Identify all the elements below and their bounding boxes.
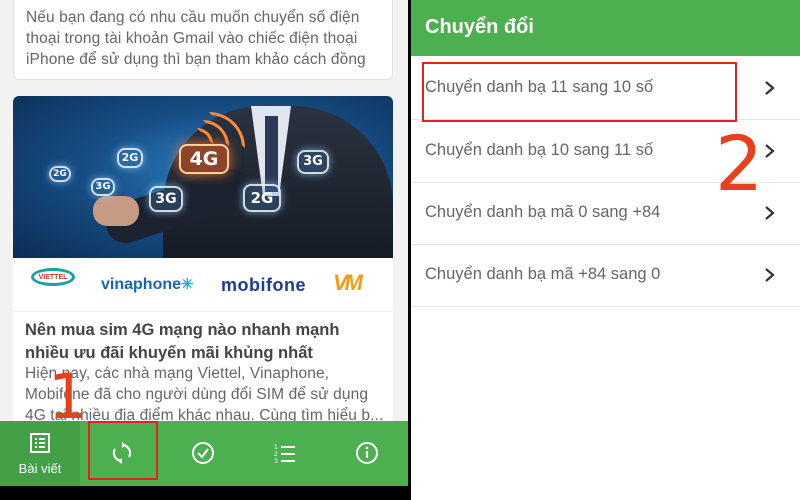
page-title: Chuyển đổi	[425, 16, 534, 38]
vietnamobile-logo: VM	[333, 270, 363, 295]
menu-item-84-to-0[interactable]: Chuyển danh bạ mã +84 sang 0	[411, 245, 800, 307]
article-excerpt: Nếu bạn đang có nhu cầu muốn chuyển số đ…	[26, 9, 366, 68]
badge-2g: 2G	[243, 184, 281, 212]
step-annotation-2: 2	[715, 119, 764, 208]
check-circle-icon	[192, 442, 214, 464]
badge-2g: 2G	[49, 166, 71, 182]
vinaphone-logo: vinaphone✳	[101, 276, 194, 293]
chevron-right-icon	[765, 268, 775, 282]
viettel-logo: VIETTEL	[31, 268, 75, 300]
chevron-right-icon	[765, 144, 775, 158]
mobifone-logo: mobifone	[221, 275, 306, 295]
badge-4g: 4G	[179, 144, 229, 174]
nav-tab-check[interactable]	[163, 421, 243, 486]
article-list-icon	[30, 433, 50, 453]
badge-3g: 3G	[91, 178, 115, 196]
badge-3g: 3G	[149, 186, 183, 212]
menu-item-label: Chuyển danh bạ mã +84 sang 0	[425, 265, 661, 283]
article-banner-image: 4G 2G 3G 3G 2G 3G 2G	[13, 96, 393, 258]
svg-text:3: 3	[274, 458, 278, 465]
svg-text:2: 2	[274, 451, 278, 458]
badge-3g: 3G	[297, 150, 329, 174]
svg-text:1: 1	[274, 444, 278, 451]
menu-item-label: Chuyển danh bạ 10 sang 11 số	[425, 141, 654, 159]
nav-tab-list[interactable]: 1 2 3	[245, 421, 325, 486]
numbered-list-icon: 1 2 3	[274, 444, 295, 465]
menu-item-label: Chuyển danh bạ mã 0 sang +84	[425, 203, 661, 221]
step-annotation-1: 1	[48, 360, 88, 433]
article-title[interactable]: Nên mua sim 4G mạng nào nhanh mạnh nhiều…	[25, 319, 385, 365]
info-icon	[356, 442, 378, 464]
chevron-right-icon	[765, 81, 775, 95]
carrier-logos: VIETTEL vinaphone✳ mobifone VM	[13, 258, 393, 312]
chevron-right-icon	[765, 206, 775, 220]
nav-tab-info[interactable]	[327, 421, 407, 486]
app-bar: Chuyển đổi	[411, 0, 800, 56]
article-card[interactable]: Nếu bạn đang có nhu cầu muốn chuyển số đ…	[13, 0, 393, 80]
badge-2g: 2G	[117, 148, 143, 168]
nav-tab-label: Bài viết	[18, 461, 62, 476]
highlight-box-menu-item	[422, 62, 737, 122]
highlight-box-convert-tab	[88, 421, 158, 480]
